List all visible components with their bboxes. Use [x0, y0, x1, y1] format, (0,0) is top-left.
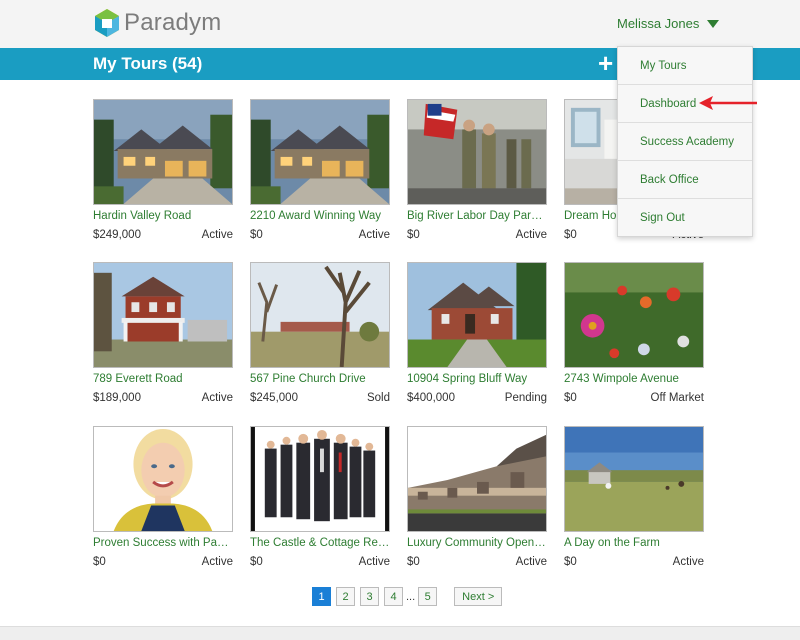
page-1-button[interactable]: 1 — [312, 587, 331, 606]
tour-price: $0 — [93, 556, 106, 568]
menu-item-sign-out[interactable]: Sign Out — [618, 199, 752, 237]
tour-title[interactable]: 789 Everett Road — [93, 373, 233, 385]
flowers-image — [565, 263, 703, 367]
tour-thumbnail[interactable] — [93, 99, 233, 205]
parade-image — [408, 100, 546, 204]
tour-status: Active — [515, 229, 547, 241]
house-night-image — [94, 100, 232, 204]
tour-title[interactable]: The Castle & Cottage Re… — [250, 537, 390, 549]
tour-title[interactable]: 2743 Wimpole Avenue — [564, 373, 704, 385]
house-night-image — [251, 100, 389, 204]
tour-status: Active — [358, 229, 390, 241]
tour-status: Sold — [366, 392, 390, 404]
tour-price: $189,000 — [93, 392, 141, 404]
tour-title[interactable]: Big River Labor Day Para… — [407, 210, 547, 222]
caret-down-icon — [707, 19, 720, 28]
tour-card: Hardin Valley Road $249,000 Active — [93, 99, 233, 244]
next-page-button[interactable]: Next > — [454, 587, 503, 606]
user-dropdown-menu: My Tours Dashboard Success Academy Back … — [617, 46, 753, 237]
tour-card: 2743 Wimpole Avenue $0 Off Market — [564, 262, 704, 407]
user-menu-toggle[interactable]: Melissa Jones — [617, 16, 720, 31]
tour-title[interactable]: 10904 Spring Bluff Way — [407, 373, 547, 385]
tour-thumbnail[interactable] — [407, 99, 547, 205]
tour-status: Off Market — [650, 392, 704, 404]
page-2-button[interactable]: 2 — [336, 587, 355, 606]
tour-title[interactable]: Luxury Community Openi… — [407, 537, 547, 549]
page-4-button[interactable]: 4 — [384, 587, 403, 606]
top-bar: Paradym Melissa Jones — [0, 0, 800, 48]
tour-card: 789 Everett Road $189,000 Active — [93, 262, 233, 407]
tour-price: $0 — [564, 229, 577, 241]
tour-price: $400,000 — [407, 392, 455, 404]
menu-item-success-academy[interactable]: Success Academy — [618, 123, 752, 161]
tour-price: $0 — [407, 229, 420, 241]
tour-card: A Day on the Farm $0 Active — [564, 426, 704, 571]
tour-card: 567 Pine Church Drive $245,000 Sold — [250, 262, 390, 407]
tour-status: Active — [201, 229, 233, 241]
tour-price: $0 — [564, 392, 577, 404]
tour-status: Active — [201, 556, 233, 568]
tour-title[interactable]: Hardin Valley Road — [93, 210, 233, 222]
tour-thumbnail[interactable] — [407, 426, 547, 532]
tour-status: Pending — [504, 392, 547, 404]
paradym-logo-icon — [95, 9, 119, 37]
tour-price: $0 — [407, 556, 420, 568]
tour-title[interactable]: A Day on the Farm — [564, 537, 704, 549]
tour-thumbnail[interactable] — [564, 426, 704, 532]
tour-card: 2210 Award Winning Way $0 Active — [250, 99, 390, 244]
tour-price: $249,000 — [93, 229, 141, 241]
townhomes-image — [408, 427, 546, 531]
tour-card: Big River Labor Day Para… $0 Active — [407, 99, 547, 244]
logo[interactable]: Paradym — [93, 8, 221, 38]
tour-thumbnail[interactable] — [250, 426, 390, 532]
tour-status: Active — [515, 556, 547, 568]
tour-title[interactable]: 2210 Award Winning Way — [250, 210, 390, 222]
tour-card: Luxury Community Openi… $0 Active — [407, 426, 547, 571]
tour-thumbnail[interactable] — [564, 262, 704, 368]
annotation-arrow-icon — [699, 96, 757, 110]
menu-item-back-office[interactable]: Back Office — [618, 161, 752, 199]
brick-house-image — [408, 263, 546, 367]
tour-price: $0 — [564, 556, 577, 568]
business-team-image — [251, 427, 389, 531]
woman-portrait-image — [94, 427, 232, 531]
footer — [0, 626, 800, 640]
tour-status: Active — [672, 556, 704, 568]
farm-image — [565, 427, 703, 531]
tree-yard-image — [251, 263, 389, 367]
tour-thumbnail[interactable] — [93, 426, 233, 532]
logo-text: Paradym — [124, 9, 222, 36]
tour-card: The Castle & Cottage Re… $0 Active — [250, 426, 390, 571]
tour-status: Active — [358, 556, 390, 568]
tour-card: 10904 Spring Bluff Way $400,000 Pending — [407, 262, 547, 407]
red-house-image — [94, 263, 232, 367]
tour-thumbnail[interactable] — [407, 262, 547, 368]
tour-card: Proven Success with Past… $0 Active — [93, 426, 233, 571]
pagination: 1 2 3 4 ... 5 Next > — [312, 587, 507, 606]
tour-title[interactable]: Proven Success with Past… — [93, 537, 233, 549]
tour-title[interactable]: 567 Pine Church Drive — [250, 373, 390, 385]
user-name: Melissa Jones — [617, 16, 700, 31]
tour-price: $0 — [250, 556, 263, 568]
tour-price: $0 — [250, 229, 263, 241]
tour-thumbnail[interactable] — [250, 99, 390, 205]
page-5-button[interactable]: 5 — [418, 587, 438, 606]
tour-status: Active — [201, 392, 233, 404]
menu-item-my-tours[interactable]: My Tours — [618, 47, 752, 85]
tour-price: $245,000 — [250, 392, 298, 404]
add-tour-button[interactable]: + — [598, 49, 613, 77]
pagination-ellipsis: ... — [406, 590, 416, 603]
page-title: My Tours (54) — [93, 54, 203, 73]
page-3-button[interactable]: 3 — [360, 587, 379, 606]
tour-thumbnail[interactable] — [250, 262, 390, 368]
tour-thumbnail[interactable] — [93, 262, 233, 368]
